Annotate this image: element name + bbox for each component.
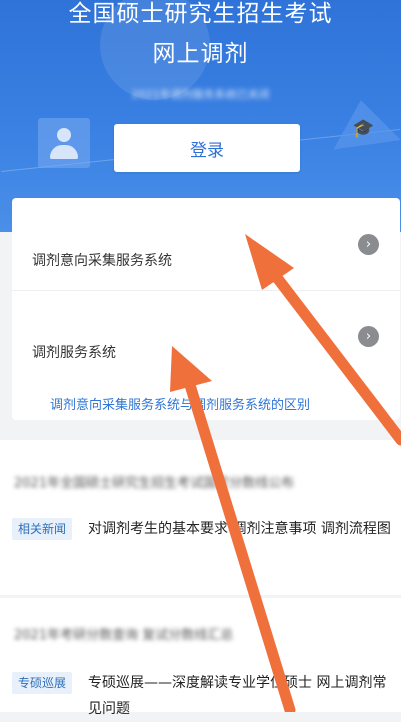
system-item-adjustment-service[interactable]: 调剂服务系统 › (12, 290, 400, 382)
news-headline[interactable]: 2021年全国硕士研究生招生考试国家分数线公布 (14, 472, 294, 491)
graduation-cap-icon: 🎓 (352, 118, 375, 139)
systems-difference-link[interactable]: 调剂意向采集服务系统与调剂服务系统的区别 (50, 394, 310, 413)
news-item-text[interactable]: 对调剂考生的基本要求 调剂注意事项 调剂流程图 (88, 516, 394, 542)
news-tag: 相关新闻 (12, 518, 73, 540)
login-button[interactable]: 登录 (114, 124, 300, 172)
system-item-label: 调剂意向采集服务系统 (32, 253, 172, 269)
system-entry-card: 调剂意向采集服务系统 › 调剂服务系统 › 调剂意向采集服务系统与调剂服务系统的… (12, 198, 400, 420)
system-item-label: 调剂服务系统 (32, 345, 116, 361)
news-section: 2021年全国硕士研究生招生考试国家分数线公布 相关新闻 对调剂考生的基本要求 … (0, 440, 401, 595)
news-item-text[interactable]: 专硕巡展——深度解读专业学位硕士 网上调剂常见问题 (88, 670, 394, 722)
news-tag: 专硕巡展 (12, 672, 73, 694)
page-title-line1: 全国硕士研究生招生考试 (68, 1, 333, 27)
chevron-right-icon[interactable]: › (358, 326, 379, 347)
news-headline[interactable]: 2021年考研分数查询 复试分数线汇总 (14, 624, 233, 643)
header-subtitle: 2021年调剂服务系统已关闭 (131, 88, 270, 101)
page-title-line2: 网上调剂 (152, 41, 249, 67)
user-icon (38, 118, 90, 168)
chevron-right-icon[interactable]: › (358, 234, 379, 255)
system-item-intention-collection[interactable]: 调剂意向采集服务系统 › (12, 198, 400, 291)
news-section: 2021年考研分数查询 复试分数线汇总 专硕巡展 专硕巡展——深度解读专业学位硕… (0, 598, 401, 717)
